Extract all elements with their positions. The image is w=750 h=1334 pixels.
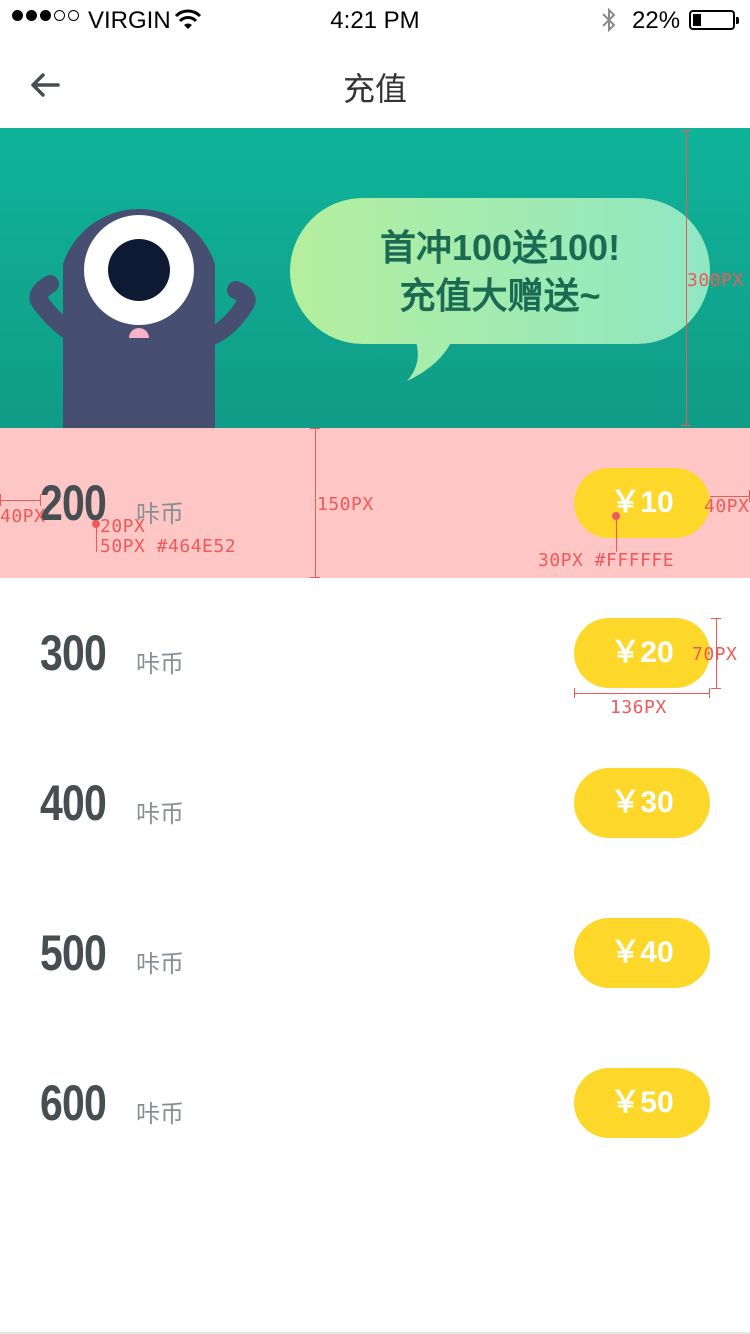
annotation-button-height: 70PX — [692, 644, 738, 665]
annotation-line — [711, 618, 721, 619]
page-title: 充值 — [342, 71, 407, 107]
speech-bubble-tail — [407, 333, 455, 381]
annotation-amount-style: 50PX #464E52 — [100, 536, 237, 557]
list-item[interactable]: 200 咔币 ￥10 40PX 20PX 50PX #464E52 150PX … — [0, 428, 750, 578]
price-button[interactable]: ￥30 — [574, 768, 710, 838]
annotation-right-margin: 40PX — [704, 496, 750, 517]
battery-icon — [689, 10, 739, 30]
annotation-line — [616, 516, 617, 552]
annotation-line — [315, 428, 316, 578]
coin-unit: 咔币 — [136, 651, 184, 678]
status-bar: VIRGIN 4:21 PM 22% — [0, 0, 750, 40]
price-button[interactable]: ￥10 — [574, 468, 710, 538]
list-item[interactable]: 600 咔币 ￥50 — [0, 1028, 750, 1178]
list-item[interactable]: 500 咔币 ￥40 — [0, 878, 750, 1028]
annotation-line — [574, 688, 575, 698]
coin-unit: 咔币 — [136, 801, 184, 828]
coin-amount: 400 — [40, 775, 107, 831]
annotation-line — [0, 494, 1, 506]
bluetooth-icon — [602, 7, 616, 33]
list-item[interactable]: 400 咔币 ￥30 — [0, 728, 750, 878]
coin-amount: 500 — [40, 925, 107, 981]
annotation-banner-height: 300PX — [687, 270, 744, 291]
annotation-unit-gap: 20PX — [100, 516, 146, 537]
annotation-line — [96, 524, 97, 552]
annotation-line — [681, 130, 691, 131]
annotation-line — [711, 688, 721, 689]
annotation-row-height: 150PX — [317, 494, 374, 515]
package-list: 200 咔币 ￥10 40PX 20PX 50PX #464E52 150PX … — [0, 428, 750, 1178]
annotation-line — [40, 494, 41, 506]
coin-unit: 咔币 — [136, 951, 184, 978]
annotation-line — [0, 500, 40, 501]
price-button[interactable]: ￥20 — [574, 618, 710, 688]
list-item[interactable]: 300 咔币 ￥20 70PX 136PX — [0, 578, 750, 728]
annotation-left-margin: 40PX — [0, 506, 46, 527]
battery-percentage: 22% — [632, 7, 681, 34]
monster-mascot-illustration — [29, 209, 256, 428]
annotation-line — [310, 428, 320, 429]
promo-banner[interactable]: 首冲100送100! 充值大赠送~ 300PX — [0, 128, 750, 428]
annotation-price-style: 30PX #FFFFFE — [538, 550, 675, 571]
coin-unit: 咔币 — [136, 1101, 184, 1128]
annotation-button-width: 136PX — [610, 697, 667, 718]
annotation-line — [709, 688, 710, 698]
annotation-line — [681, 425, 691, 426]
banner-line-1: 首冲100送100! — [379, 227, 621, 268]
banner-promo-text: 首冲100送100! 充值大赠送~ — [290, 224, 710, 320]
coin-amount: 600 — [40, 1075, 107, 1131]
price-button[interactable]: ￥50 — [574, 1068, 710, 1138]
annotation-line — [574, 693, 710, 694]
coin-amount: 300 — [40, 625, 107, 681]
banner-line-2: 充值大赠送~ — [399, 275, 601, 316]
navigation-bar: 充值 — [0, 40, 750, 128]
price-button[interactable]: ￥40 — [574, 918, 710, 988]
